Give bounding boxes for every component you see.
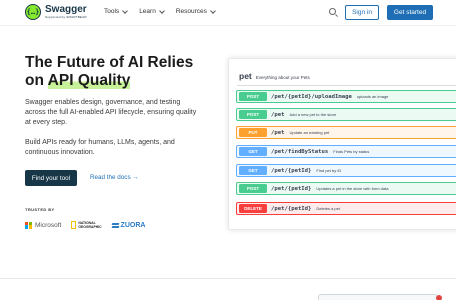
trusted-by-label: TRUSTED BY <box>25 207 55 212</box>
nav-resources[interactable]: Resources <box>175 7 216 15</box>
microsoft-logo: Microsoft <box>25 221 62 229</box>
operation-description: Updates a pet in the store with form dat… <box>316 186 389 191</box>
zuora-name: ZUORA <box>120 221 146 229</box>
site-header: {…} Swagger Supported by SMARTBEAR Tools… <box>0 0 456 26</box>
operation-path: /pet/findByStatus <box>271 148 329 155</box>
tag-name: pet <box>239 71 252 81</box>
natgeo-logo: NATIONAL GEOGRAPHIC <box>71 221 102 229</box>
find-your-tool-button[interactable]: Find your tool <box>25 170 77 186</box>
chevron-down-icon <box>158 7 165 14</box>
natgeo-logo-icon <box>71 221 77 229</box>
microsoft-name: Microsoft <box>35 221 62 229</box>
method-badge: POST <box>239 92 267 101</box>
natgeo-line2: GEOGRAPHIC <box>78 225 102 229</box>
operation-path: /pet <box>271 129 285 136</box>
operation-description: Update an existing pet <box>289 130 330 135</box>
operation-row[interactable]: GET /pet/findByStatus Finds Pets by stat… <box>236 145 456 158</box>
nav-learn[interactable]: Learn <box>139 7 165 15</box>
operation-path: /pet <box>271 111 285 118</box>
section-divider <box>0 278 456 279</box>
hero-title-line1: The Future of AI Relies <box>25 54 194 71</box>
nav-tools-label: Tools <box>104 8 120 15</box>
operation-description: Deletes a pet <box>316 206 340 211</box>
operation-path: /pet/{petId} <box>271 167 312 174</box>
notification-dot <box>436 295 442 300</box>
operation-path: /pet/{petId} <box>271 205 312 212</box>
hero-title-prefix: on <box>25 72 48 89</box>
nav-tools[interactable]: Tools <box>104 7 129 15</box>
chat-widget-tab[interactable] <box>318 294 438 300</box>
main-nav: Tools Learn Resources <box>104 7 216 15</box>
trusted-logos: Microsoft NATIONAL GEOGRAPHIC ZUORA <box>25 221 145 229</box>
method-badge: GET <box>239 147 267 156</box>
brand-name: Swagger <box>45 4 87 15</box>
swagger-logo-icon: {…} <box>25 4 41 20</box>
operation-path: /pet/{petId} <box>271 185 312 192</box>
brand-sub: Supported by SMARTBEAR <box>45 15 87 19</box>
method-badge: DELETE <box>239 204 267 213</box>
operation-row[interactable]: POST /pet/{petId} Updates a pet in the s… <box>236 182 456 195</box>
zuora-logo-icon <box>112 222 119 229</box>
get-started-button[interactable]: Get started <box>387 5 433 20</box>
hero-paragraph-1: Swagger enables design, governance, and … <box>25 99 197 126</box>
method-badge: PUT <box>239 128 267 137</box>
nav-resources-label: Resources <box>175 8 207 15</box>
operation-description: Add a new pet to the store <box>289 112 337 117</box>
sign-in-button[interactable]: Sign in <box>345 5 379 20</box>
chevron-down-icon <box>210 7 216 14</box>
microsoft-logo-icon <box>25 221 32 229</box>
nav-learn-label: Learn <box>139 8 156 15</box>
method-badge: GET <box>239 166 267 175</box>
operation-description: Finds Pets by status <box>333 149 370 154</box>
operation-row[interactable]: GET /pet/{petId} Find pet by ID <box>236 164 456 177</box>
hero-paragraph-2: Build APIs ready for humans, LLMs, agent… <box>25 139 175 156</box>
operation-description: uploads an image <box>356 94 389 99</box>
search-icon[interactable] <box>329 8 336 15</box>
tag-description: Everything about your Pets <box>255 75 310 80</box>
hero-title-highlight: API Quality <box>47 72 131 89</box>
operation-row[interactable]: DELETE /pet/{petId} Deletes a pet <box>236 202 456 215</box>
read-the-docs-link[interactable]: Read the docs → <box>90 174 139 181</box>
operation-row[interactable]: POST /pet Add a new pet to the store <box>236 108 456 121</box>
api-preview-panel: pet Everything about your Pets POST /pet… <box>228 58 456 230</box>
chevron-down-icon <box>122 7 129 14</box>
swagger-logo[interactable]: {…} Swagger Supported by SMARTBEAR <box>25 4 87 20</box>
method-badge: POST <box>239 110 267 119</box>
tag-header[interactable]: pet Everything about your Pets <box>239 71 310 81</box>
operation-description: Find pet by ID <box>316 168 342 173</box>
divider <box>237 85 456 86</box>
operation-row[interactable]: POST /pet/{petId}/uploadImage uploads an… <box>236 90 456 103</box>
method-badge: POST <box>239 184 267 193</box>
zuora-logo: ZUORA <box>112 222 146 229</box>
operation-row[interactable]: PUT /pet Update an existing pet <box>236 126 456 139</box>
operation-path: /pet/{petId}/uploadImage <box>271 93 352 100</box>
hero-title: The Future of AI Relies on API Quality <box>25 54 225 90</box>
